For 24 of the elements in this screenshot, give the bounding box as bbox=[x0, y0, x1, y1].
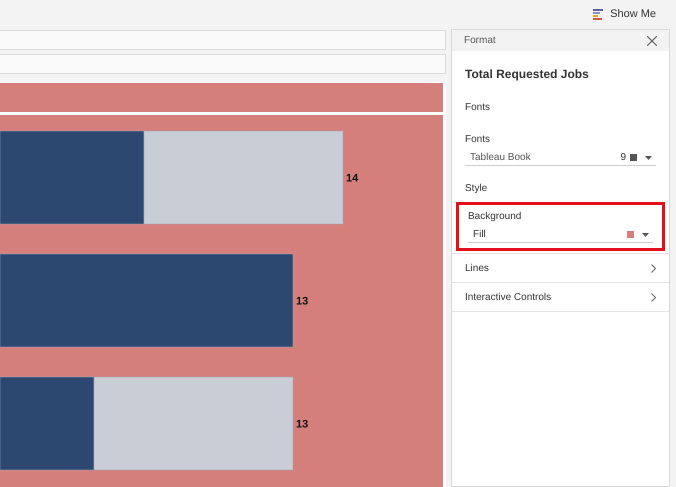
dropdown-caret-icon[interactable] bbox=[645, 156, 652, 160]
value-label: 14 bbox=[346, 172, 358, 184]
fill-dropdown[interactable]: Fill bbox=[468, 227, 653, 243]
shelf-field[interactable] bbox=[0, 54, 446, 74]
font-dropdown[interactable]: Tableau Book 9 bbox=[465, 150, 656, 166]
show-me-button[interactable]: Show Me bbox=[610, 6, 656, 23]
chevron-right-icon bbox=[651, 264, 656, 272]
color-swatch[interactable] bbox=[627, 231, 634, 238]
field-label: Background bbox=[468, 210, 522, 224]
panel-heading: Total Requested Jobs bbox=[465, 66, 590, 83]
shelf-field[interactable] bbox=[0, 30, 446, 50]
nav-row[interactable]: Lines bbox=[452, 254, 669, 283]
value-label: 13 bbox=[296, 418, 308, 430]
nav-row[interactable]: Interactive Controls bbox=[452, 283, 669, 312]
show-me-icon[interactable] bbox=[593, 9, 604, 20]
close-icon[interactable] bbox=[647, 36, 657, 46]
chevron-right-icon bbox=[651, 292, 656, 302]
value-label: 13 bbox=[296, 296, 308, 308]
field-label: Fonts bbox=[465, 133, 492, 147]
section-label: Fonts bbox=[465, 101, 492, 115]
color-swatch[interactable] bbox=[630, 154, 637, 161]
section-label: Style bbox=[465, 182, 488, 196]
panel-title: Format bbox=[464, 34, 496, 48]
dropdown-caret-icon[interactable] bbox=[642, 232, 649, 236]
